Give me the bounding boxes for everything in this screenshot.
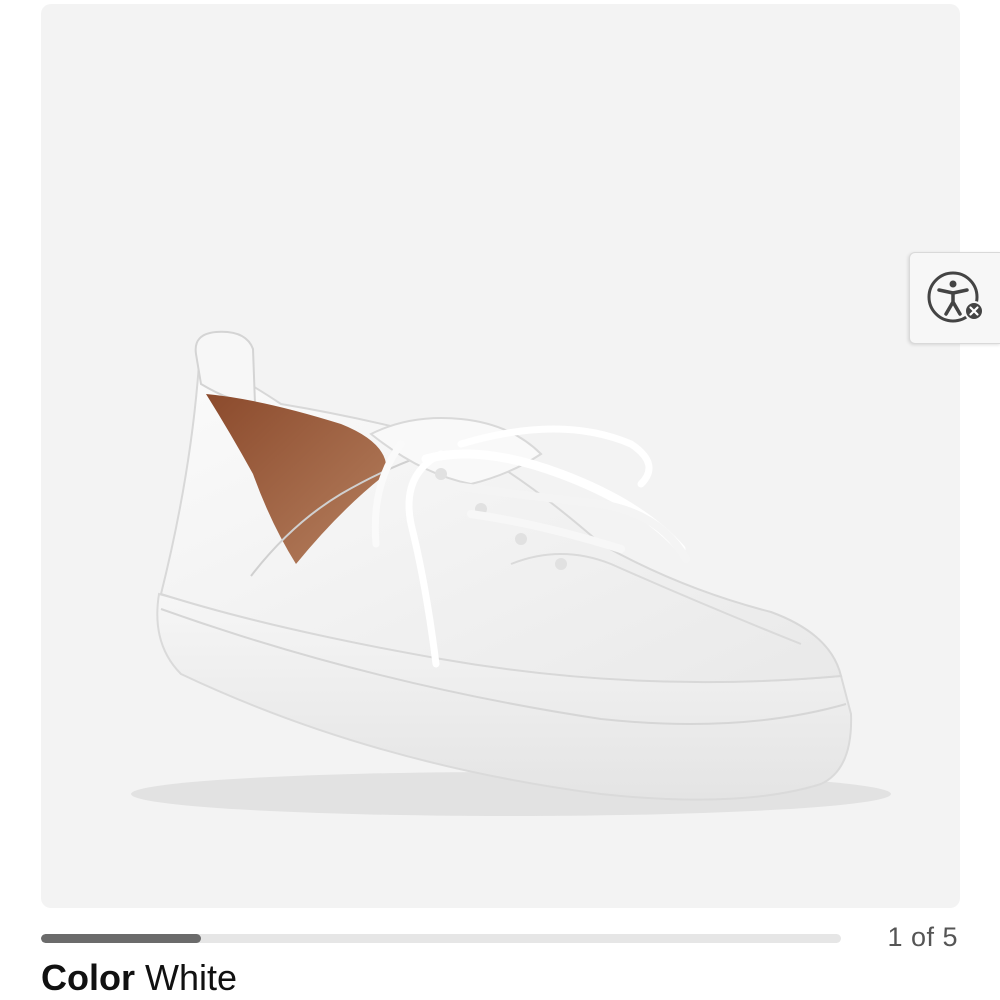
gallery-counter: 1 of 5 <box>887 922 958 952</box>
accessibility-icon <box>927 271 984 323</box>
product-image[interactable] <box>41 4 960 908</box>
close-icon <box>963 301 984 321</box>
color-value: White <box>145 957 238 998</box>
gallery-progress-fill <box>41 934 201 943</box>
color-label: Color <box>41 957 135 998</box>
product-image-gallery[interactable] <box>41 4 960 908</box>
product-color: Color White <box>41 957 237 999</box>
accessibility-button[interactable] <box>909 252 1000 344</box>
gallery-progress-bar <box>41 934 841 943</box>
